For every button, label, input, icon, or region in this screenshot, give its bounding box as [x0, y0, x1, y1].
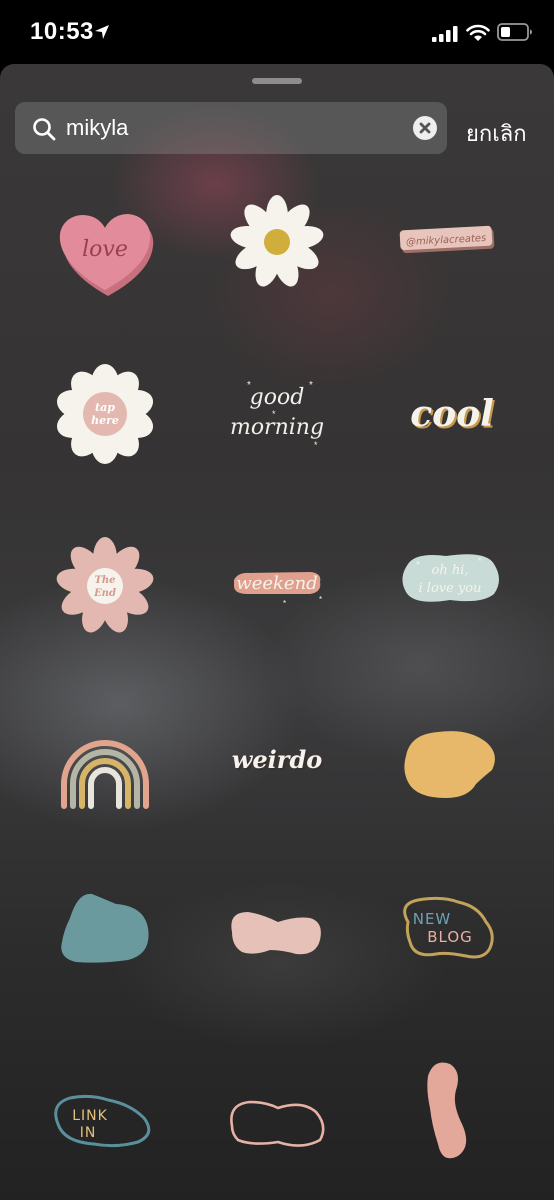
sticker-weekend[interactable]: weekend * * [192, 524, 362, 674]
sticker-new-blog[interactable]: NEW BLOG [366, 864, 536, 1014]
sticker-morning-text: morning [230, 415, 324, 440]
sticker-search-sheet: mikyla ยกเลิก love @mikylacreates tap he… [0, 64, 554, 1200]
sticker-daisy[interactable] [192, 184, 362, 334]
battery-icon [497, 23, 532, 41]
sticker-rainbow[interactable] [20, 694, 190, 844]
sticker-good-text: good [250, 385, 305, 410]
sticker-in-text: IN [80, 1125, 97, 1141]
svg-text:*: * [309, 380, 313, 391]
sticker-yellow-blob[interactable] [366, 694, 536, 844]
sticker-cool[interactable]: cool cool [366, 354, 536, 504]
cancel-button[interactable]: ยกเลิก [466, 116, 527, 151]
sticker-pink-blob[interactable] [192, 864, 362, 1014]
sticker-link-text: LINK [72, 1108, 108, 1124]
status-time: 10:53 [30, 18, 94, 45]
sticker-end-text: End [93, 588, 116, 599]
sticker-new-text: NEW [413, 910, 452, 928]
sticker-mikylacreates[interactable]: @mikylacreates [366, 184, 536, 334]
search-bar: mikyla [15, 102, 447, 154]
svg-text:*: * [416, 560, 420, 571]
sticker-love-heart[interactable]: love [20, 184, 190, 334]
sticker-weekend-text: weekend [236, 573, 317, 594]
sticker-link-in[interactable]: LINK IN [20, 1034, 190, 1184]
wifi-icon [466, 24, 490, 41]
sticker-teal-blob[interactable] [20, 864, 190, 1014]
svg-text:*: * [478, 556, 482, 566]
svg-text:*: * [314, 440, 318, 450]
status-bar: 10:53 [0, 0, 554, 64]
sticker-tap-text: tap [95, 401, 115, 414]
svg-text:*: * [272, 409, 276, 419]
sticker-cool-text: cool [410, 393, 494, 435]
sticker-salmon-bean[interactable] [366, 1034, 536, 1184]
sticker-good-morning[interactable]: good morning * * * * [192, 354, 362, 504]
sticker-pink-outline-blob[interactable] [192, 1034, 362, 1184]
sticker-weirdo[interactable]: weirdo weirdo [192, 694, 362, 844]
sticker-here-text: here [91, 414, 119, 427]
sticker-i-love-you-text: i love you [419, 581, 482, 596]
svg-text:*: * [247, 380, 251, 391]
svg-text:*: * [319, 595, 322, 604]
sticker-the-end[interactable]: The End [20, 524, 190, 674]
sticker-love-text: love [82, 237, 128, 262]
sticker-oh-hi-text: oh hi, [432, 563, 469, 578]
location-arrow-icon [95, 25, 109, 39]
search-icon [33, 118, 56, 141]
clear-search-icon[interactable] [413, 116, 437, 140]
sticker-weirdo-text: weirdo [232, 745, 322, 774]
sticker-blog-text: BLOG [427, 928, 473, 946]
svg-text:*: * [283, 599, 286, 608]
sticker-oh-hi-i-love-you[interactable]: oh hi, i love you * * [366, 524, 536, 674]
sheet-drag-handle[interactable] [252, 78, 302, 84]
search-input[interactable]: mikyla [66, 115, 128, 141]
sticker-the-text: The [94, 575, 115, 586]
cellular-signal-icon [432, 26, 458, 42]
sticker-tap-here[interactable]: tap here [20, 354, 190, 504]
